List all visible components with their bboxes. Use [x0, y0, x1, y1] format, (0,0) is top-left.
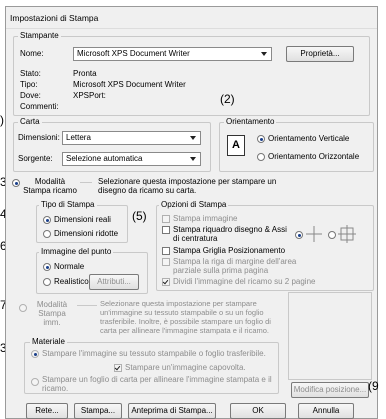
- paper-source-value: Selezione automatica: [66, 154, 143, 163]
- print-type-legend: Tipo di Stampa: [39, 200, 97, 209]
- axis-box-radio[interactable]: [328, 231, 336, 239]
- reduced-size-radio[interactable]: [43, 230, 51, 238]
- stitch-image-legend: Immagine del punto: [39, 247, 114, 256]
- reduced-size-label: Dimensioni ridotte: [54, 229, 119, 238]
- chevron-down-icon: [261, 52, 267, 56]
- print-frame-checkbox[interactable]: [162, 226, 170, 234]
- print-settings-dialog: Impostazioni di Stampa Stampante Nome: M…: [5, 6, 379, 419]
- chevron-down-icon: [190, 157, 196, 161]
- image-mode-separator: [77, 305, 97, 306]
- print-image-label: Stampa immagine: [173, 214, 238, 223]
- printer-name-value: Microsoft XPS Document Writer: [77, 49, 190, 58]
- printer-legend: Stampante: [18, 31, 61, 40]
- printer-where-value: XPSPort:: [73, 91, 106, 100]
- print-frame-label: Stampa riquadro disegno & Assi di centra…: [173, 225, 287, 243]
- image-mode-radio[interactable]: [19, 304, 27, 312]
- normal-label: Normale: [54, 262, 85, 271]
- image-mode-description: Selezionare questa impostazione per stam…: [100, 299, 271, 335]
- network-button[interactable]: Rete...: [26, 403, 68, 419]
- print-margin-line-label: Stampa la riga di margine dell'area parz…: [173, 257, 297, 275]
- print-preview-button[interactable]: Anteprima di Stampa...: [128, 403, 216, 419]
- chevron-down-icon: [190, 136, 196, 140]
- orientation-landscape-radio[interactable]: [257, 153, 265, 161]
- callout-2: (2): [220, 92, 235, 106]
- paper-size-value: Lettera: [66, 133, 91, 142]
- printer-type-label: Tipo:: [20, 80, 38, 89]
- printer-type-value: Microsoft XPS Document Writer: [73, 80, 186, 89]
- cancel-button[interactable]: Annulla: [298, 403, 354, 419]
- page-orientation-icon: A: [227, 135, 245, 156]
- material-legend: Materiale: [30, 337, 67, 346]
- printer-name-label: Nome:: [20, 49, 44, 58]
- axis-cross-radio[interactable]: [295, 231, 303, 239]
- paper-size-select[interactable]: Lettera: [62, 131, 201, 145]
- orientation-landscape-label: Orientamento Orizzontale: [268, 152, 360, 161]
- dialog-title: Impostazioni di Stampa: [6, 7, 377, 29]
- realistic-radio[interactable]: [43, 278, 51, 286]
- paper-source-select[interactable]: Selezione automatica: [62, 152, 201, 166]
- real-size-radio[interactable]: [43, 216, 51, 224]
- align-sheet-radio[interactable]: [31, 378, 39, 386]
- realistic-label: Realistico: [54, 277, 89, 286]
- print-image-checkbox[interactable]: [162, 215, 170, 223]
- properties-button[interactable]: Proprietà...: [286, 46, 354, 62]
- paper-legend: Carta: [18, 117, 42, 126]
- print-grid-checkbox[interactable]: [162, 247, 170, 255]
- print-options-legend: Opzioni di Stampa: [159, 200, 229, 209]
- modify-position-button[interactable]: Modifica posizione...: [291, 382, 369, 398]
- crosshair-icon: [305, 225, 323, 243]
- paper-source-label: Sorgente:: [18, 154, 53, 163]
- orientation-portrait-radio[interactable]: [257, 135, 265, 143]
- attributes-button[interactable]: Attributi...: [89, 274, 139, 290]
- print-grid-label: Stampa Griglia Posizionamento: [173, 246, 286, 255]
- printer-name-select[interactable]: Microsoft XPS Document Writer: [73, 47, 272, 61]
- printer-status-value: Pronta: [73, 69, 97, 78]
- paper-size-label: Dimensioni:: [18, 133, 60, 142]
- print-button[interactable]: Stampa...: [74, 403, 122, 419]
- align-sheet-label: Stampare un foglio di carta per allinear…: [42, 375, 272, 393]
- callout-9: (9: [368, 379, 379, 393]
- sketch-mode-label: Modalità Stampa ricamo: [23, 177, 77, 195]
- real-size-label: Dimensioni reali: [54, 215, 111, 224]
- split-pages-checkbox[interactable]: [162, 278, 170, 286]
- centered-box-icon: [338, 225, 356, 243]
- image-position-preview: [288, 292, 372, 380]
- mirror-label: Stampare un'immagine capovolta.: [125, 363, 246, 372]
- fabric-label: Stampare l'immagine su tessuto stampabil…: [42, 349, 266, 358]
- split-pages-label: Dividi l'immagine del ricamo su 2 pagine: [173, 277, 316, 286]
- printer-status-label: Stato:: [20, 69, 41, 78]
- mirror-checkbox[interactable]: [114, 364, 122, 372]
- normal-radio[interactable]: [43, 263, 51, 271]
- sketch-mode-description: Selezionare questa impostazione per stam…: [98, 177, 277, 195]
- ok-button[interactable]: OK: [230, 403, 286, 419]
- printer-comment-label: Commenti:: [20, 102, 59, 111]
- sketch-mode-separator: [80, 182, 92, 183]
- printer-where-label: Dove:: [20, 91, 41, 100]
- sketch-mode-radio[interactable]: [12, 179, 20, 187]
- image-mode-label: Modalità Stampa imm.: [36, 300, 68, 327]
- print-margin-line-checkbox[interactable]: [162, 258, 170, 266]
- fabric-radio[interactable]: [31, 350, 39, 358]
- callout-5: (5): [132, 209, 147, 223]
- orientation-legend: Orientamento: [224, 117, 277, 126]
- callout-left-1: ): [0, 113, 4, 127]
- orientation-portrait-label: Orientamento Verticale: [268, 134, 350, 143]
